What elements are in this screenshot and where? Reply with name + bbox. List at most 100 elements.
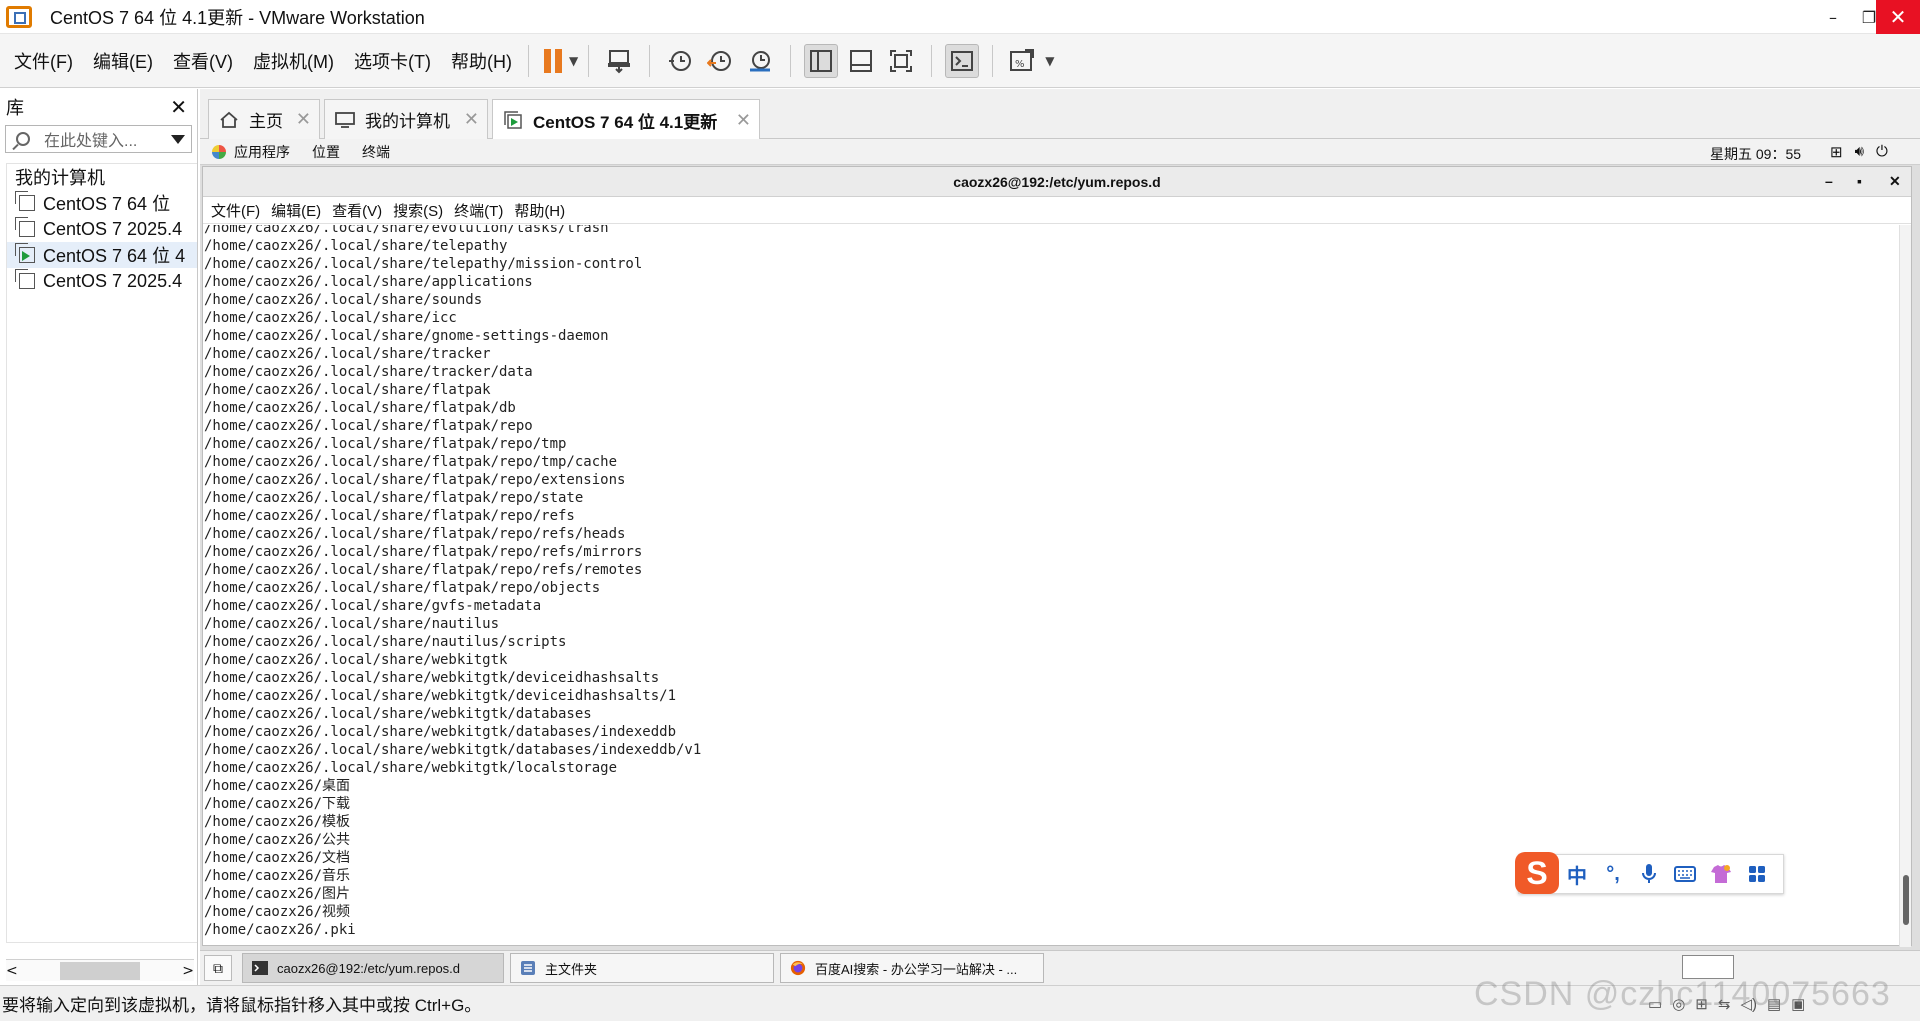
menu-help[interactable]: 帮助(H) bbox=[451, 48, 512, 74]
scroll-left-icon[interactable]: < bbox=[6, 963, 18, 979]
terminal-line: /home/caozx26/.local/share/flatpak/repo/… bbox=[204, 526, 626, 542]
stretch-guest-icon[interactable]: % bbox=[1006, 44, 1040, 78]
terminal-line: /home/caozx26/模板 bbox=[204, 814, 351, 830]
terminal-menu-search[interactable]: 搜索(S) bbox=[393, 200, 443, 221]
tree-vm-label: CentOS 7 64 位 4 bbox=[43, 246, 186, 266]
menu-file[interactable]: 文件(F) bbox=[14, 48, 73, 74]
terminal-line: /home/caozx26/图片 bbox=[204, 886, 351, 902]
ime-mode-button[interactable]: 中 bbox=[1559, 860, 1595, 889]
terminal-output[interactable]: /home/caozx26/.local/share/evolution/tas… bbox=[203, 225, 1899, 947]
tab-home[interactable]: 主页 ✕ bbox=[208, 99, 320, 139]
guest-display[interactable]: 应用程序 位置 终端 星期五 09：55 ⊞ 🔊︎ ⏻ caozx26@192:… bbox=[200, 139, 1920, 985]
apps-grid-icon[interactable] bbox=[1739, 865, 1775, 883]
svg-text:%: % bbox=[1015, 59, 1025, 70]
vm-icon bbox=[15, 217, 35, 237]
title-bar: CentOS 7 64 位 4.1更新 - VMware Workstation… bbox=[0, 0, 1920, 34]
toolbar-separator bbox=[649, 44, 651, 77]
terminal-scrollbar-thumb[interactable] bbox=[1903, 875, 1909, 925]
ime-punctuation-button[interactable]: °, bbox=[1595, 863, 1631, 886]
terminal-maximize-button[interactable]: ▪ bbox=[1857, 173, 1862, 189]
terminal-minimize-button[interactable]: – bbox=[1825, 173, 1833, 189]
gnome-applications-menu[interactable]: 应用程序 bbox=[234, 142, 290, 162]
library-panel: 库 ✕ 在此处键入... 我的计算机 CentOS 7 64 位 CentOS … bbox=[0, 89, 198, 985]
terminal-line: /home/caozx26/.local/share/flatpak/repo/… bbox=[204, 436, 567, 452]
tree-vm-item[interactable]: CentOS 7 2025.4 bbox=[7, 216, 197, 242]
library-horizontal-scrollbar[interactable]: < > bbox=[6, 959, 194, 981]
terminal-menu-view[interactable]: 查看(V) bbox=[332, 200, 382, 221]
toolbar-separator bbox=[931, 44, 933, 77]
search-dropdown-icon[interactable] bbox=[171, 135, 185, 144]
terminal-line: /home/caozx26/.local/share/gvfs-metadata bbox=[204, 598, 542, 614]
tree-vm-item[interactable]: CentOS 7 2025.4 bbox=[7, 268, 197, 294]
terminal-line: /home/caozx26/.local/share/webkitgtk/loc… bbox=[204, 760, 618, 776]
home-icon bbox=[220, 111, 238, 128]
terminal-menu-file[interactable]: 文件(F) bbox=[211, 200, 260, 221]
window-title: CentOS 7 64 位 4.1更新 - VMware Workstation bbox=[50, 7, 425, 28]
tab-my-computer[interactable]: 我的计算机 ✕ bbox=[324, 99, 488, 139]
menu-edit[interactable]: 编辑(E) bbox=[93, 48, 153, 74]
microphone-icon[interactable] bbox=[1631, 863, 1667, 885]
menu-view[interactable]: 查看(V) bbox=[173, 48, 233, 74]
tab-close-icon[interactable]: ✕ bbox=[736, 110, 751, 131]
terminal-menu-edit[interactable]: 编辑(E) bbox=[271, 200, 321, 221]
terminal-line: /home/caozx26/.local/share/webkitgtk/dat… bbox=[204, 724, 677, 740]
network-icon: ⊞ bbox=[1830, 144, 1843, 161]
gnome-places-menu[interactable]: 位置 bbox=[312, 142, 340, 162]
tree-root-my-computer[interactable]: 我的计算机 bbox=[7, 164, 197, 190]
send-ctrl-alt-del-icon[interactable] bbox=[602, 44, 636, 78]
taskbar-browser-button[interactable]: 百度AI搜索 - 办公学习一站解决 - ... bbox=[780, 953, 1044, 983]
console-view-icon[interactable] bbox=[945, 43, 980, 78]
tree-vm-item[interactable]: CentOS 7 64 位 bbox=[7, 190, 197, 216]
tab-close-icon[interactable]: ✕ bbox=[464, 109, 479, 130]
gnome-system-tray[interactable]: ⊞ 🔊︎ ⏻ bbox=[1830, 143, 1888, 161]
revert-snapshot-icon[interactable] bbox=[703, 44, 737, 78]
stretch-dropdown-icon[interactable]: ▼ bbox=[1045, 54, 1054, 68]
taskbar-home-folder-button[interactable]: 主文件夹 bbox=[510, 953, 774, 983]
scroll-right-icon[interactable]: > bbox=[182, 963, 194, 979]
gnome-clock[interactable]: 星期五 09：55 bbox=[1710, 144, 1801, 164]
terminal-scrollbar[interactable] bbox=[1899, 225, 1911, 947]
computer-icon bbox=[335, 111, 355, 128]
search-icon bbox=[16, 132, 30, 146]
snapshot-manager-icon[interactable] bbox=[743, 44, 777, 78]
library-close-icon[interactable]: ✕ bbox=[170, 95, 187, 120]
task-label: 主文件夹 bbox=[545, 961, 598, 977]
sogou-logo-icon[interactable]: S bbox=[1515, 852, 1559, 894]
terminal-titlebar: caozx26@192:/etc/yum.repos.d – ▪ ✕ bbox=[203, 167, 1911, 197]
terminal-line: /home/caozx26/.local/share/gnome-setting… bbox=[204, 328, 609, 344]
menu-vm[interactable]: 虚拟机(M) bbox=[253, 48, 334, 74]
terminal-line: /home/caozx26/.local/share/telepathy bbox=[204, 238, 508, 254]
library-header: 库 ✕ bbox=[0, 89, 197, 125]
tree-root-label: 我的计算机 bbox=[15, 168, 105, 188]
library-search-input[interactable]: 在此处键入... bbox=[5, 125, 192, 153]
skin-icon[interactable] bbox=[1703, 864, 1739, 884]
scrollbar-thumb[interactable] bbox=[60, 961, 140, 980]
terminal-menu-terminal[interactable]: 终端(T) bbox=[454, 200, 503, 221]
pause-icon[interactable] bbox=[539, 44, 567, 78]
terminal-line: /home/caozx26/.local/share/flatpak/db bbox=[204, 400, 516, 416]
close-button[interactable]: ✕ bbox=[1876, 0, 1920, 34]
task-label: caozx26@192:/etc/yum.repos.d bbox=[277, 960, 461, 976]
terminal-close-button[interactable]: ✕ bbox=[1889, 173, 1901, 190]
show-library-icon[interactable] bbox=[804, 43, 839, 78]
terminal-line: /home/caozx26/桌面 bbox=[204, 778, 351, 794]
taskbar-terminal-button[interactable]: caozx26@192:/etc/yum.repos.d bbox=[242, 953, 504, 983]
show-thumbnail-bar-icon[interactable] bbox=[844, 44, 878, 78]
tab-close-icon[interactable]: ✕ bbox=[296, 109, 311, 130]
terminal-line: /home/caozx26/文档 bbox=[204, 850, 351, 866]
applications-icon bbox=[212, 144, 226, 159]
tree-vm-item-running[interactable]: CentOS 7 64 位 4 bbox=[7, 242, 197, 268]
show-desktop-icon[interactable]: ⧉ bbox=[204, 955, 232, 981]
gnome-terminal-menu[interactable]: 终端 bbox=[362, 142, 390, 162]
toolbar-separator bbox=[588, 44, 590, 77]
terminal-line: /home/caozx26/.local/share/nautilus bbox=[204, 616, 500, 632]
terminal-menu-help[interactable]: 帮助(H) bbox=[514, 200, 565, 221]
power-dropdown-icon[interactable]: ▼ bbox=[569, 54, 578, 68]
file-manager-icon bbox=[521, 961, 535, 975]
vm-running-icon bbox=[504, 111, 522, 129]
menu-tabs[interactable]: 选项卡(T) bbox=[354, 48, 431, 74]
tab-centos-vm[interactable]: CentOS 7 64 位 4.1更新 ✕ bbox=[492, 99, 760, 140]
keyboard-icon[interactable] bbox=[1667, 866, 1703, 882]
snapshot-icon[interactable] bbox=[663, 44, 697, 78]
full-screen-icon[interactable] bbox=[884, 44, 918, 78]
